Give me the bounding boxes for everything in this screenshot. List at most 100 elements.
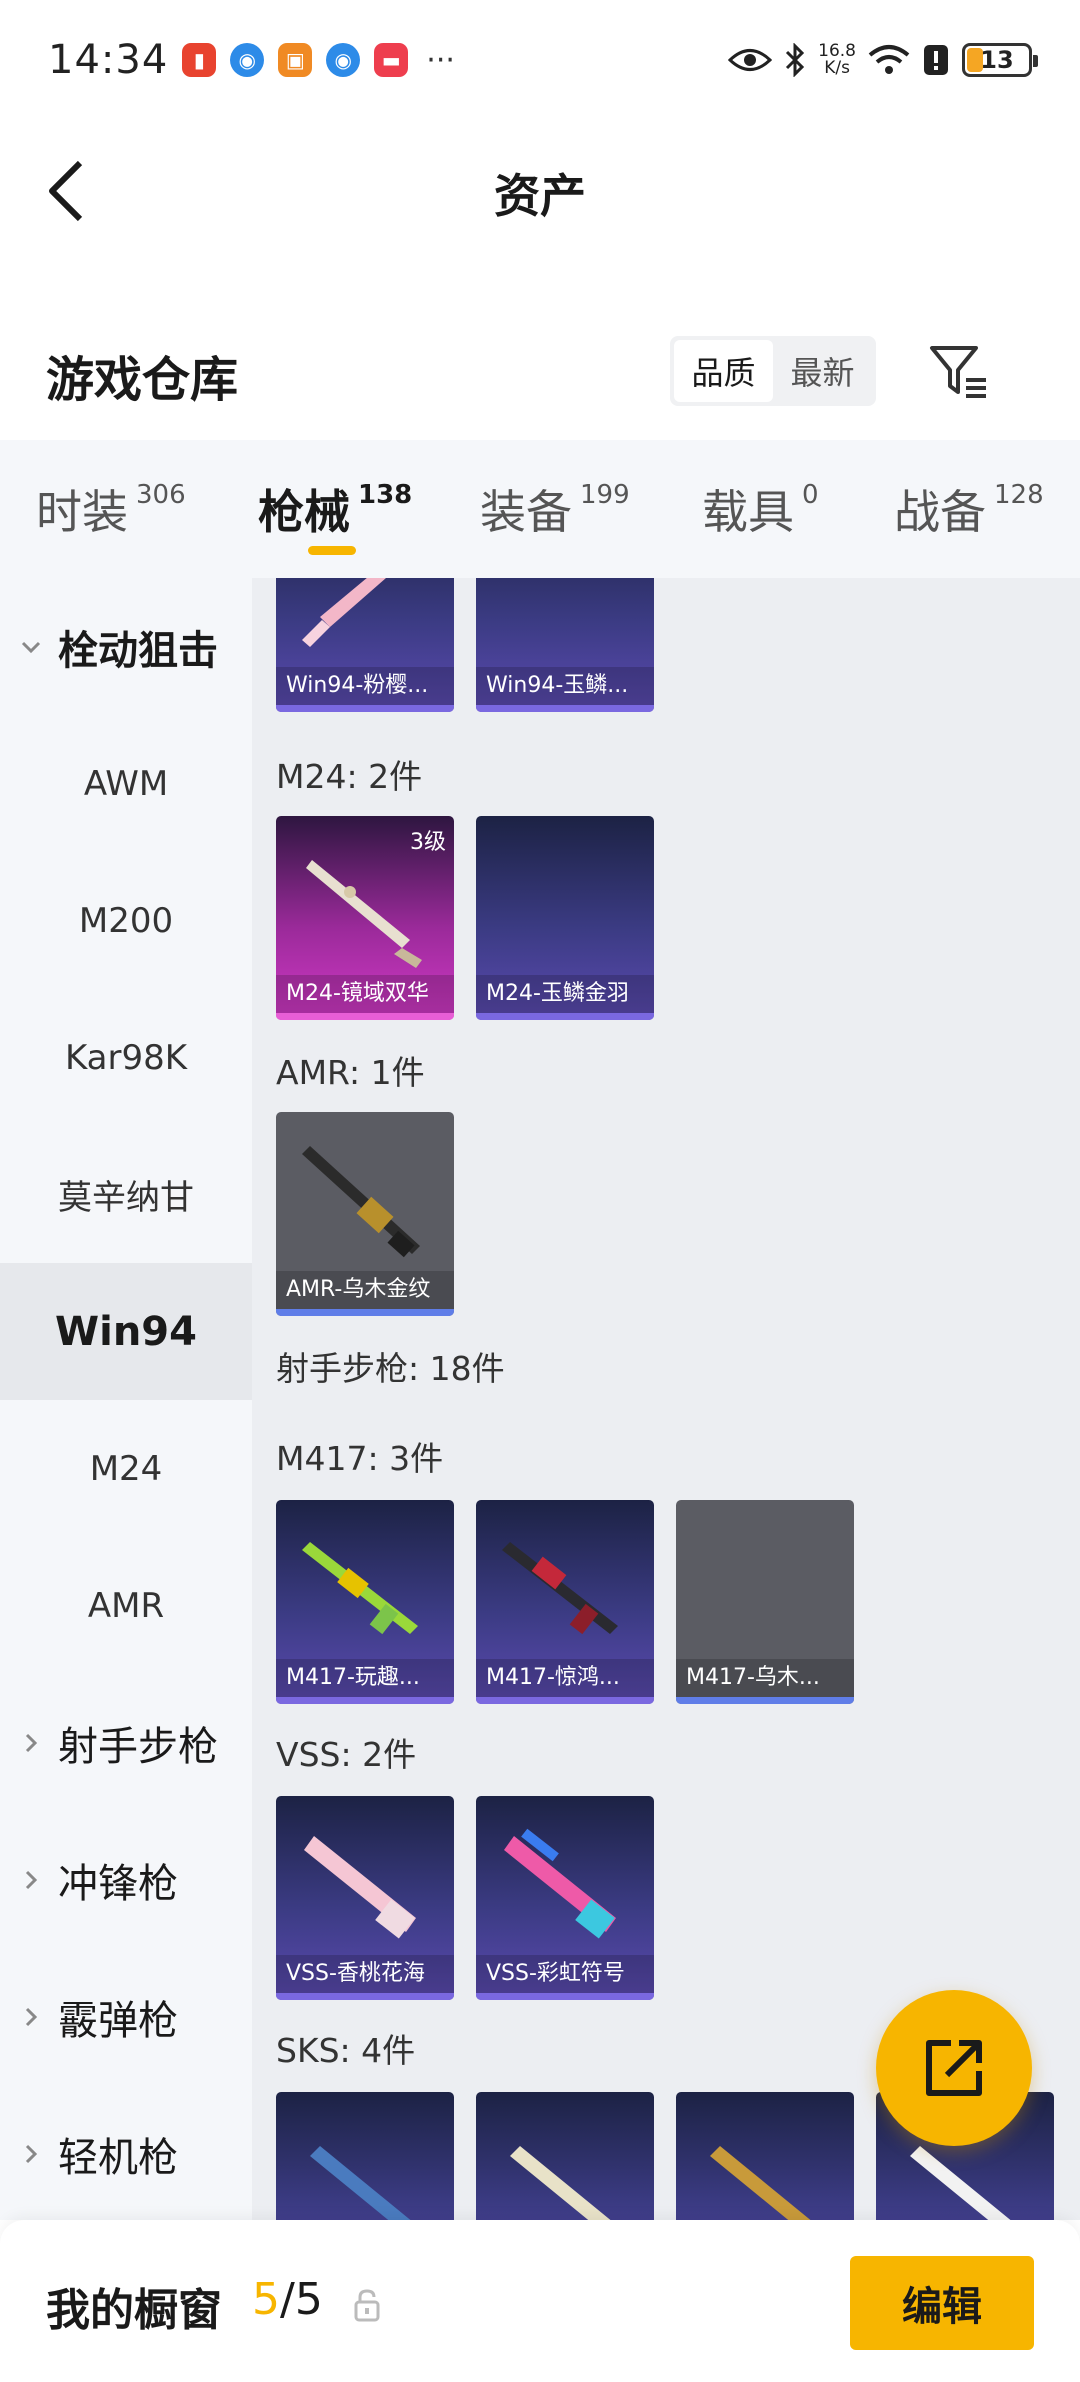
eye-icon [728, 49, 773, 71]
sort-by-quality[interactable]: 品质 [674, 340, 773, 402]
weapon-card[interactable] [676, 2092, 854, 2220]
tab-vehicles[interactable]: 载具 0 [702, 476, 819, 542]
weapon-card[interactable]: M417-乌木... [676, 1500, 854, 1704]
tab-label: 装备 [480, 485, 572, 539]
status-bar: 14:34 ▮ ◉ ▣ ◉ ▬ ··· 16.8 K/s 13 [0, 0, 1080, 120]
weapon-card[interactable]: Win94-玉鳞... [476, 578, 654, 712]
sidebar-item-label: Win94 [55, 1308, 197, 1355]
red-app-icon: ▮ [182, 43, 217, 77]
lock-icon [354, 2289, 380, 2322]
sidebar-group-label: 轻机枪 [58, 2134, 178, 2181]
weapon-card[interactable] [276, 2092, 454, 2220]
chevron-right-icon [25, 1733, 38, 1752]
page-title: 资产 [494, 169, 586, 223]
sidebar-item-label: 莫辛纳甘 [58, 1178, 194, 1218]
weapon-card-name: VSS-彩虹符号 [476, 1955, 654, 1993]
tab-count: 0 [802, 480, 819, 510]
weapon-card[interactable]: 3级 M24-镜域双华 [276, 816, 454, 1020]
rifle-image-icon [510, 2146, 611, 2220]
weapon-card[interactable]: VSS-彩虹符号 [476, 1796, 654, 2000]
showcase-label: 我的橱窗 [46, 2285, 222, 2336]
sidebar-group-smg[interactable]: 冲锋枪 [0, 1811, 252, 1948]
sidebar-item-label: AMR [87, 1585, 165, 1626]
weapon-card[interactable]: M417-惊鸿... [476, 1500, 654, 1704]
sidebar-item-amr[interactable]: AMR [0, 1537, 252, 1674]
sort-by-newest[interactable]: 最新 [773, 340, 872, 402]
status-app-icons: ▮ ◉ ▣ ◉ ▬ ··· [182, 43, 455, 78]
rarity-bar [276, 705, 454, 712]
showcase-bar: 我的橱窗 5/5 编辑 [0, 2220, 1080, 2382]
battery-indicator: 13 [962, 43, 1038, 77]
rifle-image-icon [310, 2146, 411, 2220]
weapon-card[interactable]: M417-玩趣... [276, 1500, 454, 1704]
sort-toggle: 品质 最新 [670, 336, 876, 406]
alert-icon [924, 45, 948, 75]
edit-button[interactable]: 编辑 [850, 2256, 1034, 2350]
nav-bar: 资产 [0, 120, 1080, 260]
tab-count: 128 [994, 480, 1044, 510]
warehouse-header: 游戏仓库 品质 最新 [0, 320, 1080, 440]
tab-count: 306 [136, 480, 186, 510]
weapon-card-name: M24-玉鳞金羽 [476, 975, 654, 1013]
tab-equipment[interactable]: 装备 199 [480, 476, 630, 542]
sidebar-group-lmg[interactable]: 轻机枪 [0, 2085, 252, 2220]
weapon-card[interactable] [476, 2092, 654, 2220]
share-fab-button[interactable] [876, 1990, 1032, 2146]
weapon-card-name: M417-惊鸿... [476, 1659, 654, 1697]
sidebar-item-label: M24 [89, 1448, 163, 1489]
sidebar-group-bolt-action[interactable]: 栓动狙击 [0, 578, 252, 715]
showcase-count: 5/5 [252, 2274, 323, 2325]
warehouse-title: 游戏仓库 [46, 352, 239, 408]
red-shop-icon: ▬ [374, 43, 409, 77]
sidebar-item-m200[interactable]: M200 [0, 852, 252, 989]
section-title-amr: AMR: 1件 [276, 1053, 425, 1092]
rifle-image-icon [302, 578, 386, 647]
blue-app-icon-2: ◉ [326, 43, 361, 77]
chevron-down-icon [21, 641, 41, 653]
sidebar-item-win94[interactable]: Win94 [0, 1263, 252, 1400]
weapon-card[interactable]: M24-玉鳞金羽 [476, 816, 654, 1020]
sidebar-item-kar98k[interactable]: Kar98K [0, 989, 252, 1126]
section-title-marksman-rifle: 射手步枪: 18件 [276, 1349, 505, 1388]
tab-count: 199 [580, 480, 630, 510]
status-right: 16.8 K/s 13 [728, 43, 1038, 77]
weapon-card[interactable]: Win94-粉樱... [276, 578, 454, 712]
sidebar-group-label: 射手步枪 [58, 1723, 218, 1770]
sidebar-group-shotgun[interactable]: 霰弹枪 [0, 1948, 252, 2085]
rifle-image-icon [504, 1828, 616, 1939]
tab-supplies[interactable]: 战备 128 [894, 476, 1044, 542]
tab-label: 枪械 [258, 485, 350, 539]
weapon-card-name: M417-玩趣... [276, 1659, 454, 1697]
section-title-m417: M417: 3件 [276, 1439, 444, 1478]
orange-game-icon: ▣ [278, 43, 313, 77]
weapon-grid: Win94-粉樱... Win94-玉鳞... M24: 2件 3级 M24-镜… [252, 578, 1080, 2220]
tab-label: 战备 [894, 485, 986, 539]
weapon-card[interactable]: VSS-香桃花海 [276, 1796, 454, 2000]
sidebar-item-awm[interactable]: AWM [0, 715, 252, 852]
filter-icon [930, 346, 986, 398]
rifle-image-icon [302, 1146, 420, 1258]
sidebar-item-m24[interactable]: M24 [0, 1400, 252, 1537]
tab-label: 时装 [36, 485, 128, 539]
bluetooth-icon [786, 43, 805, 77]
weapon-card-name: VSS-香桃花海 [276, 1955, 454, 1993]
sidebar-item-label: M200 [78, 900, 174, 941]
rifle-image-icon [502, 1542, 618, 1635]
tab-fashion[interactable]: 时装 306 [36, 476, 186, 542]
rifle-image-icon [304, 1836, 416, 1939]
rarity-bar [476, 705, 654, 712]
sidebar-group-marksman-rifle[interactable]: 射手步枪 [0, 1674, 252, 1811]
filter-button[interactable] [926, 338, 992, 404]
tab-firearms[interactable]: 枪械 138 [258, 476, 412, 542]
weapon-card-name: Win94-玉鳞... [476, 667, 654, 705]
sidebar-item-mosin[interactable]: 莫辛纳甘 [0, 1126, 252, 1263]
chevron-right-icon [25, 2144, 38, 2163]
status-time: 14:34 [48, 37, 169, 83]
battery-level: 13 [980, 46, 1014, 74]
rarity-bar [676, 1697, 854, 1704]
weapon-card[interactable]: AMR-乌木金纹 [276, 1112, 454, 1316]
sidebar-item-label: Kar98K [64, 1037, 188, 1078]
tab-label: 载具 [702, 485, 794, 539]
weapon-card-name: M417-乌木... [676, 1659, 854, 1697]
section-title-vss: VSS: 2件 [276, 1735, 417, 1774]
